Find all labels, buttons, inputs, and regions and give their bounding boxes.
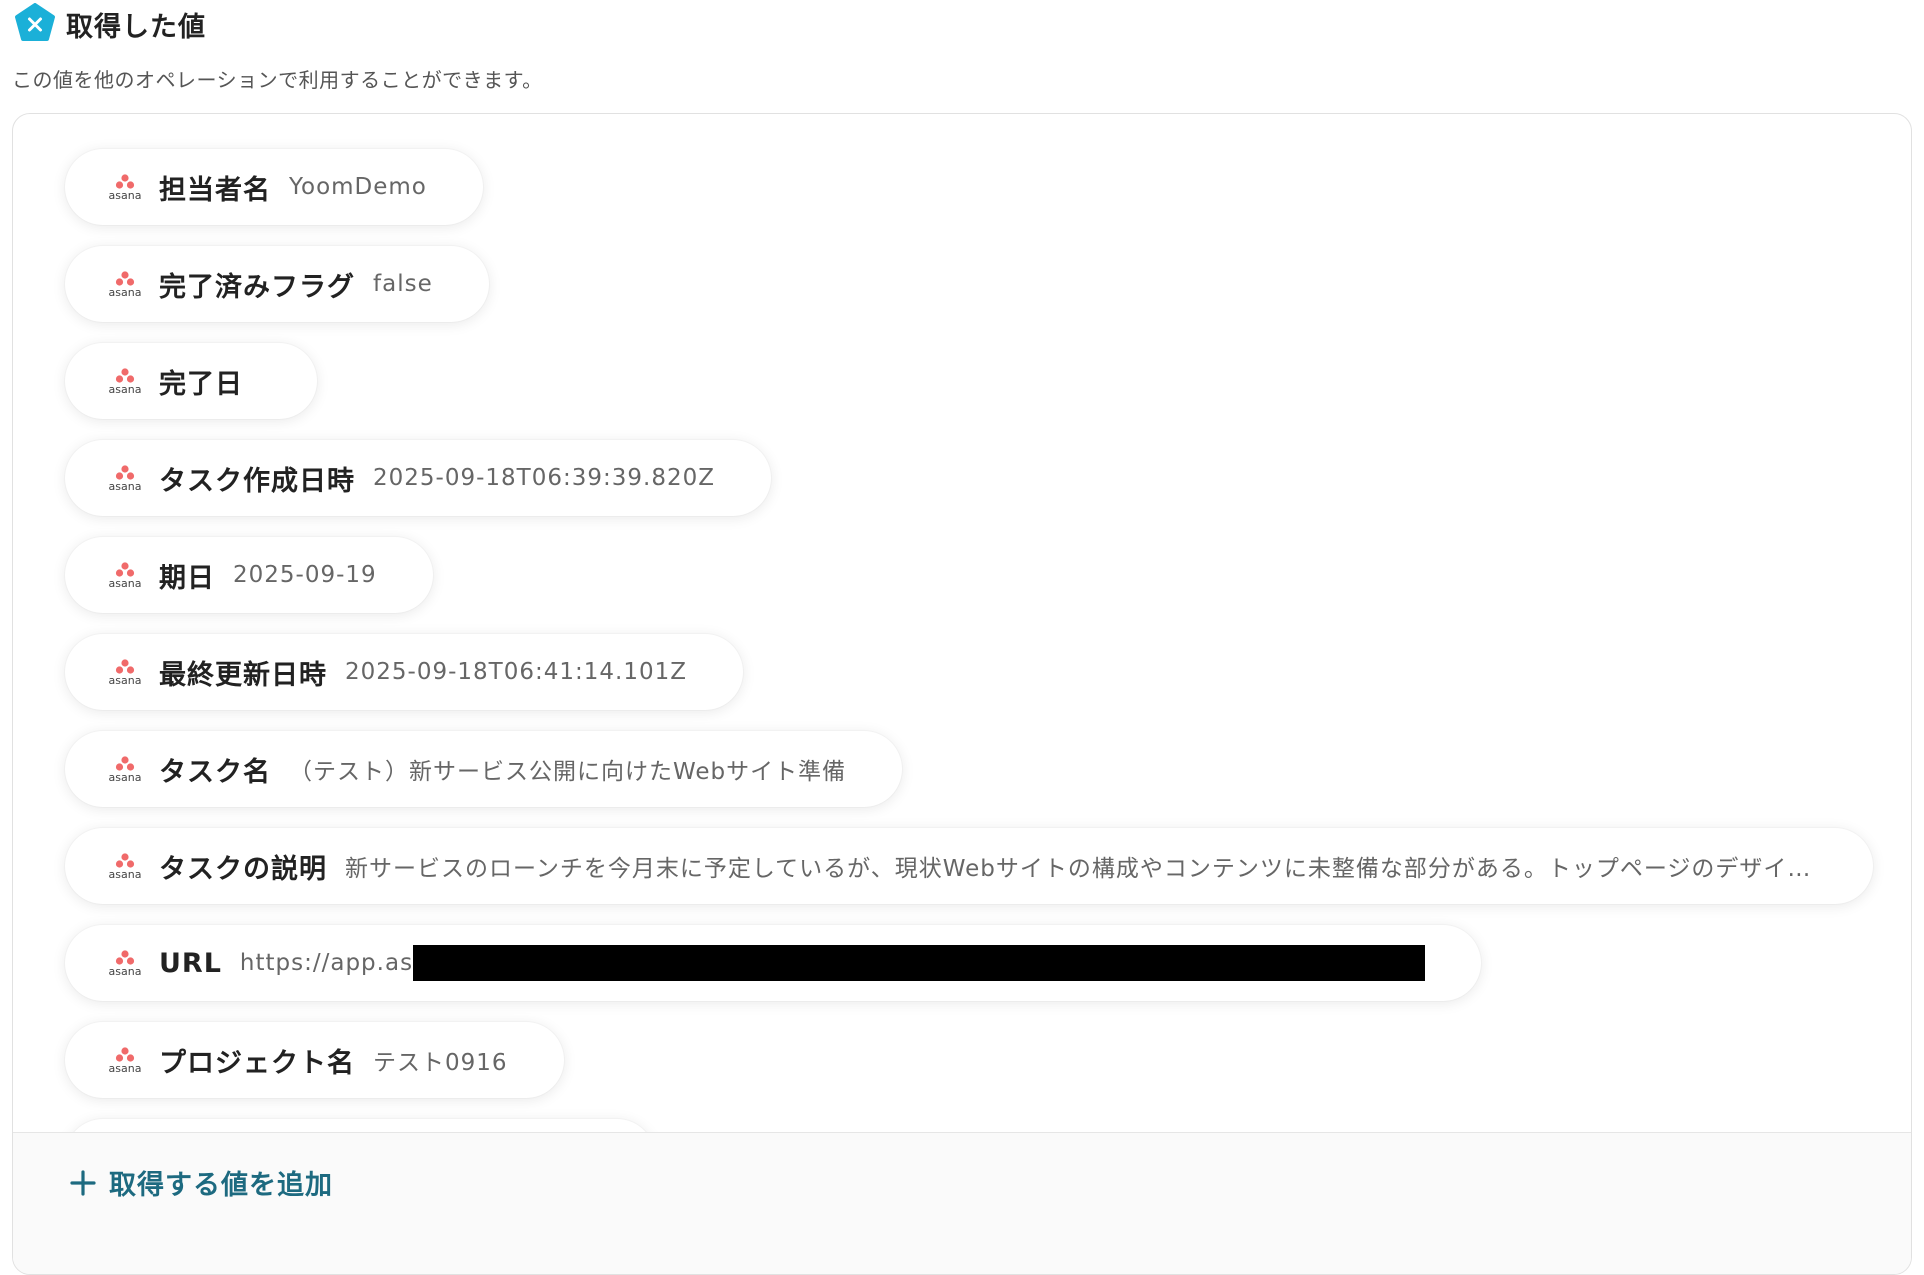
svg-text:asana: asana xyxy=(109,480,142,493)
svg-text:asana: asana xyxy=(109,189,142,202)
add-value-label: 取得する値を追加 xyxy=(109,1170,333,1201)
panel-footer: 取得する値を追加 xyxy=(13,1132,1911,1274)
svg-text:asana: asana xyxy=(109,868,142,881)
value-item-value: 2025-09-18T06:41:14.101Z xyxy=(345,659,687,685)
asana-logo-icon: asana xyxy=(109,853,142,881)
asana-logo-icon: asana xyxy=(109,950,142,978)
value-item-value: テスト0916 xyxy=(373,1050,508,1076)
svg-text:asana: asana xyxy=(109,577,142,590)
asana-logo-icon: asana xyxy=(109,174,142,202)
value-item-value: （テスト）新サービス公開に向けたWebサイト準備 xyxy=(289,759,847,785)
asana-logo-icon: asana xyxy=(109,271,142,299)
section-header: 取得した値 xyxy=(14,3,206,44)
value-item-value: https://app.as xyxy=(239,950,414,976)
value-item-value: false xyxy=(373,271,433,297)
value-item-label: 完了済みフラグ xyxy=(159,271,355,303)
asana-logo-icon: asana xyxy=(109,368,142,396)
value-item-url[interactable]: asana URL https://app.as xyxy=(65,925,1482,1001)
asana-logo-icon: asana xyxy=(109,659,142,687)
value-item-created-at[interactable]: asana タスク作成日時 2025-09-18T06:39:39.820Z xyxy=(65,440,771,516)
value-item-completed-flag[interactable]: asana 完了済みフラグ false xyxy=(65,246,489,322)
value-item-label: 担当者名 xyxy=(159,174,271,206)
asana-logo-icon: asana xyxy=(109,1047,142,1075)
value-item-value: YoomDemo xyxy=(289,174,427,200)
value-item-label: 完了日 xyxy=(159,368,243,400)
section-subtitle: この値を他のオペレーションで利用することができます。 xyxy=(12,68,543,92)
value-item-label: タスク名 xyxy=(159,756,271,788)
value-item-label: 期日 xyxy=(159,562,215,594)
value-item-label: URL xyxy=(159,947,222,979)
value-item-value: 2025-09-18T06:39:39.820Z xyxy=(373,465,715,491)
value-item-label: プロジェクト名 xyxy=(159,1047,355,1079)
asana-logo-icon: asana xyxy=(109,756,142,784)
svg-text:asana: asana xyxy=(109,771,142,784)
value-item-updated-at[interactable]: asana 最終更新日時 2025-09-18T06:41:14.101Z xyxy=(65,634,743,710)
values-panel: asana 担当者名 YoomDemo asana 完了済みフラグ false … xyxy=(12,113,1912,1275)
svg-text:asana: asana xyxy=(109,383,142,396)
asana-logo-icon: asana xyxy=(109,465,142,493)
value-item-partial[interactable] xyxy=(65,1119,655,1132)
value-item-task-description[interactable]: asana タスクの説明 新サービスのローンチを今月末に予定しているが、現状We… xyxy=(65,828,1873,904)
svg-text:asana: asana xyxy=(109,674,142,687)
add-value-button[interactable]: 取得する値を追加 xyxy=(69,1163,333,1202)
svg-text:asana: asana xyxy=(109,1062,142,1075)
value-item-project-name[interactable]: asana プロジェクト名 テスト0916 xyxy=(65,1022,564,1098)
value-item-assignee[interactable]: asana 担当者名 YoomDemo xyxy=(65,149,483,225)
value-item-value: 2025-09-19 xyxy=(233,562,377,588)
value-item-value: 新サービスのローンチを今月末に予定しているが、現状Webサイトの構成やコンテンツ… xyxy=(345,856,1815,882)
plus-icon xyxy=(70,1169,96,1196)
value-item-task-name[interactable]: asana タスク名 （テスト）新サービス公開に向けたWebサイト準備 xyxy=(65,731,903,807)
svg-text:asana: asana xyxy=(109,286,142,299)
value-item-label: タスク作成日時 xyxy=(159,465,355,497)
value-item-label: タスクの説明 xyxy=(159,853,327,885)
asana-logo-icon: asana xyxy=(109,562,142,590)
section-title: 取得した値 xyxy=(66,11,206,43)
variable-x-icon xyxy=(15,3,55,41)
value-item-due-date[interactable]: asana 期日 2025-09-19 xyxy=(65,537,433,613)
value-item-completed-date[interactable]: asana 完了日 xyxy=(65,343,317,419)
redaction-block xyxy=(413,945,1426,981)
svg-text:asana: asana xyxy=(109,965,142,978)
value-item-label: 最終更新日時 xyxy=(159,659,327,691)
values-list[interactable]: asana 担当者名 YoomDemo asana 完了済みフラグ false … xyxy=(13,114,1911,1132)
